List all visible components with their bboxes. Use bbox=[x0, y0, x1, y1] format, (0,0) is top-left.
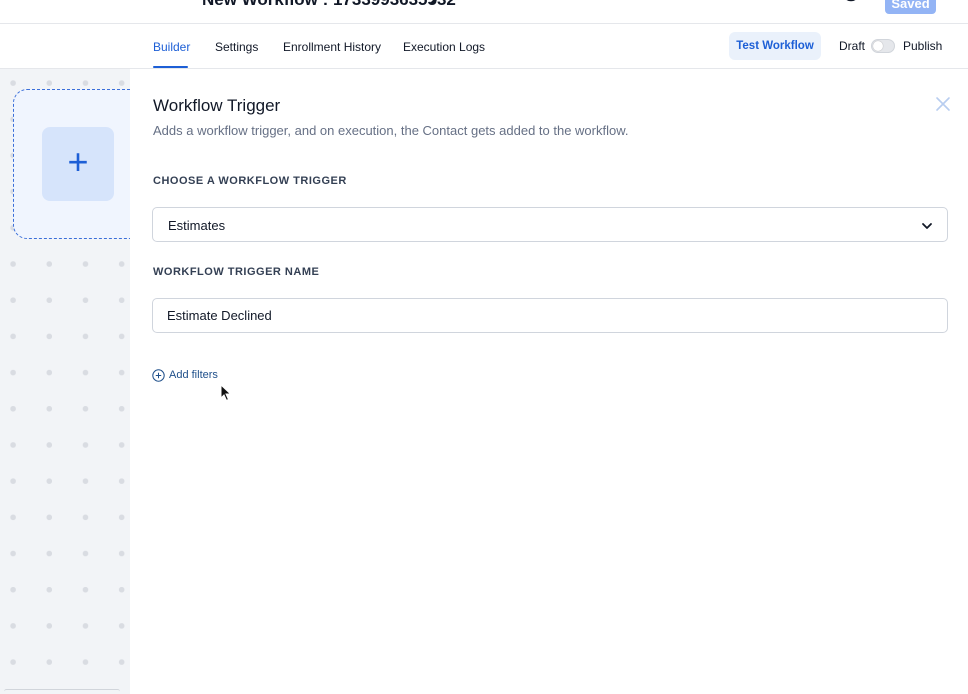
add-filters-label: Add filters bbox=[169, 369, 218, 381]
chevron-down-icon bbox=[921, 219, 933, 231]
panel-title: Workflow Trigger bbox=[153, 96, 281, 115]
tab-bar: Builder Settings Enrollment History Exec… bbox=[0, 24, 968, 69]
publish-label: Publish bbox=[903, 39, 943, 53]
plus-icon[interactable]: + bbox=[42, 127, 114, 201]
tab-execution-logs[interactable]: Execution Logs bbox=[403, 40, 485, 54]
name-section-label: WORKFLOW TRIGGER NAME bbox=[153, 266, 320, 278]
trigger-panel bbox=[130, 69, 968, 694]
active-tab-indicator bbox=[153, 66, 188, 68]
trigger-select[interactable]: Estimates bbox=[152, 207, 948, 242]
trigger-section-label: CHOOSE A WORKFLOW TRIGGER bbox=[153, 175, 347, 187]
trigger-name-input[interactable] bbox=[152, 298, 948, 333]
trigger-select-value: Estimates bbox=[168, 218, 226, 233]
add-filters-link[interactable]: Add filters bbox=[152, 367, 218, 383]
cursor-icon bbox=[220, 383, 232, 402]
test-workflow-button[interactable]: Test Workflow bbox=[729, 32, 821, 60]
saved-button[interactable]: Saved bbox=[885, 0, 936, 14]
tab-enrollment-history[interactable]: Enrollment History bbox=[283, 40, 381, 54]
publish-toggle[interactable] bbox=[871, 39, 895, 53]
canvas-scrollbar[interactable] bbox=[4, 689, 120, 694]
toggle-knob bbox=[873, 41, 883, 51]
top-header: New Workflow : 1733993635532 Saved bbox=[0, 0, 968, 24]
help-icon[interactable] bbox=[842, 0, 860, 6]
close-icon[interactable] bbox=[934, 95, 952, 113]
workflow-title[interactable]: New Workflow : 1733993635532 bbox=[202, 0, 456, 10]
tab-builder[interactable]: Builder bbox=[153, 40, 190, 54]
edit-icon[interactable] bbox=[428, 0, 442, 6]
draft-label: Draft bbox=[839, 39, 866, 53]
panel-description: Adds a workflow trigger, and on executio… bbox=[153, 123, 629, 138]
tab-settings[interactable]: Settings bbox=[215, 40, 258, 54]
plus-circle-icon bbox=[152, 368, 165, 382]
